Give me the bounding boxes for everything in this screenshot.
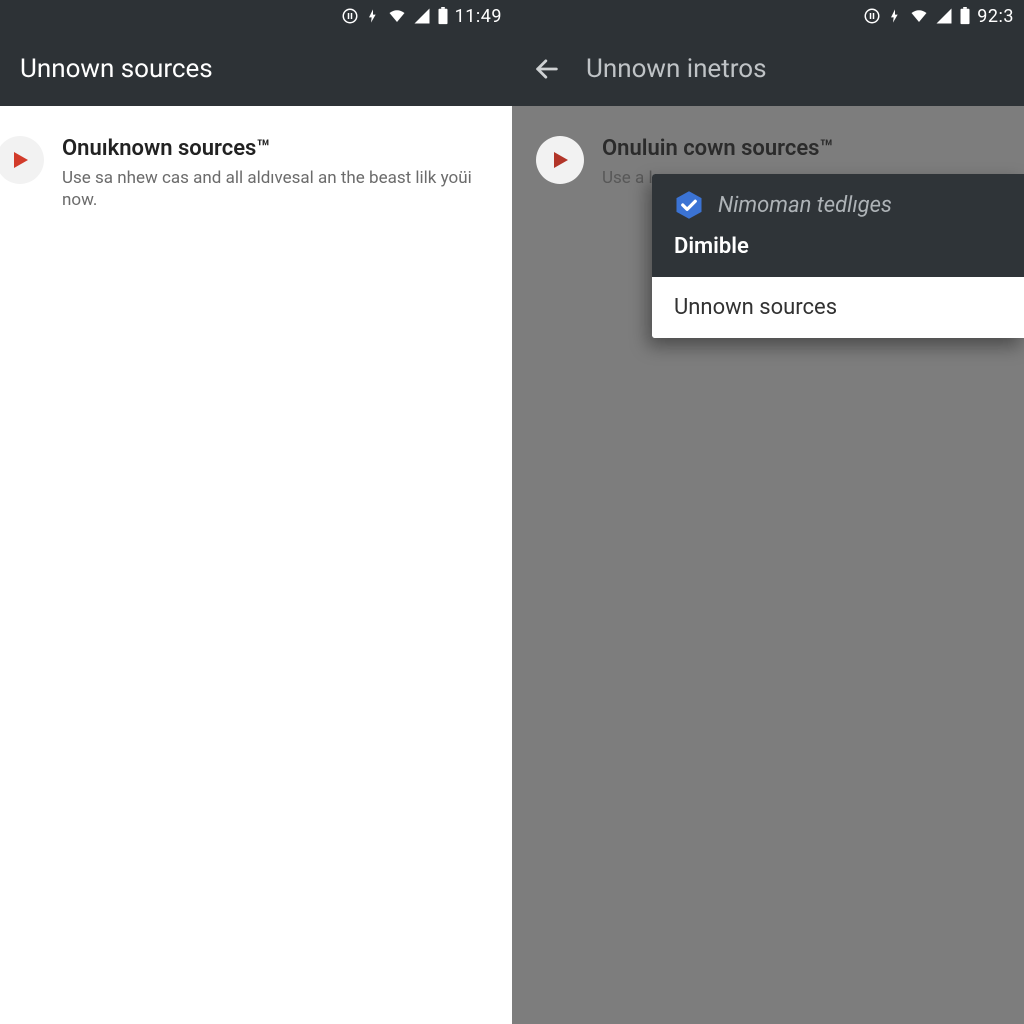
shield-check-icon [674, 190, 704, 220]
dialog-item-unknown-sources[interactable]: Unnown sources [652, 277, 1024, 338]
setting-title: Onuluin cown sources™ [602, 136, 1000, 161]
status-bar: 92:3 [512, 0, 1024, 32]
location-icon [887, 7, 903, 25]
battery-icon [959, 7, 971, 25]
wifi-icon [387, 7, 407, 25]
page-title: Unnown sources [20, 54, 213, 84]
play-icon [536, 136, 584, 184]
location-icon [365, 7, 381, 25]
dialog-app-name: Nimoman tedlıges [718, 193, 892, 218]
setting-title: Onuıknown sources™ [62, 136, 488, 161]
wifi-icon [909, 7, 929, 25]
content-area-dimmed: Onuluin cown sources™ Use a low n Nimoma… [512, 106, 1024, 1024]
pause-circle-icon [863, 7, 881, 25]
pause-circle-icon [341, 7, 359, 25]
app-bar: Unnown inetros [512, 32, 1024, 106]
dialog-header-area: Nimoman tedlıges Dimible [652, 174, 1024, 277]
page-title: Unnown inetros [586, 54, 767, 84]
screenshot-right: 92:3 Unnown inetros Onuluin cown sources… [512, 0, 1024, 1024]
setting-text: Onuıknown sources™ Use sa nhew cas and a… [62, 136, 488, 211]
content-area: Onuıknown sources™ Use sa nhew cas and a… [0, 106, 512, 1024]
status-clock: 92:3 [977, 6, 1014, 27]
dialog-header: Nimoman tedlıges [674, 190, 1002, 220]
screenshot-left: 11:49 Unnown sources Onuıknown sources™ … [0, 0, 512, 1024]
setting-subtitle: Use sa nhew cas and all aldıvesal an the… [62, 167, 488, 211]
back-icon[interactable] [532, 54, 562, 84]
play-icon [0, 136, 44, 184]
signal-icon [935, 7, 953, 25]
options-dialog: Nimoman tedlıges Dimible Unnown sources [652, 174, 1024, 338]
setting-row-unknown-sources[interactable]: Onuıknown sources™ Use sa nhew cas and a… [24, 136, 488, 211]
signal-icon [413, 7, 431, 25]
battery-icon [437, 7, 449, 25]
app-bar: Unnown sources [0, 32, 512, 106]
dialog-action-dimible[interactable]: Dimible [674, 234, 1002, 259]
status-clock: 11:49 [455, 6, 502, 27]
status-bar: 11:49 [0, 0, 512, 32]
